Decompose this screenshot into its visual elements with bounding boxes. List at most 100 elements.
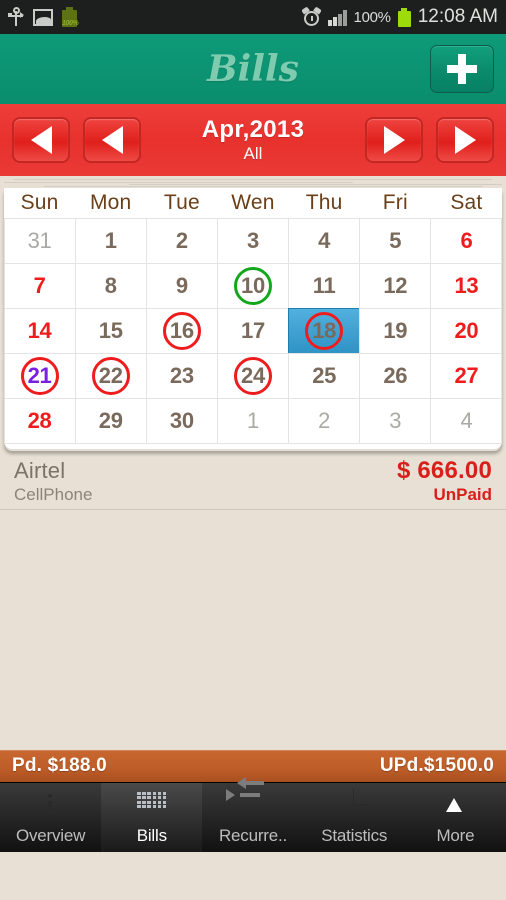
calendar-day-number: 19 (383, 317, 408, 343)
status-bar: 100% 100% 12:08 AM (0, 0, 506, 34)
prev-month-button[interactable] (83, 117, 141, 163)
calendar-week-row: 7 8 9 10 11 12 13 (3, 262, 503, 309)
current-month-label: Apr,2013 (201, 116, 305, 143)
calendar-day-30[interactable]: 30 (145, 397, 218, 444)
tab-overview[interactable]: Overview (0, 783, 101, 852)
calendar-day-22[interactable]: 22 (74, 352, 147, 399)
calendar-day-3[interactable]: 3 (359, 397, 432, 444)
unpaid-total-label: UPd.$1500.0 (379, 755, 494, 776)
bill-name: Airtel (14, 458, 66, 483)
triangle-right-icon (383, 126, 405, 154)
calendar-day-1[interactable]: 1 (216, 397, 290, 444)
calendar-day-19[interactable]: 19 (359, 307, 432, 354)
tab-bills[interactable]: Bills (101, 783, 203, 852)
calendar-day-number: 26 (383, 362, 408, 388)
calendar-day-10[interactable]: 10 (216, 262, 290, 309)
calendar-day-4[interactable]: 4 (288, 217, 361, 264)
calendar-week-row: 14 15 16 17 18 19 20 (3, 307, 503, 354)
battery-olive-icon: 100% (62, 7, 79, 27)
calendar-day-14[interactable]: 14 (3, 307, 76, 354)
calendar-day-9[interactable]: 9 (145, 262, 218, 309)
calendar-day-number: 2 (175, 227, 188, 253)
battery-olive-label: 100% (62, 20, 79, 27)
tab-more-label: More (436, 826, 475, 845)
calendar-day-3[interactable]: 3 (216, 217, 290, 264)
page-title: Bills (207, 48, 299, 90)
tab-recurring-label: Recurre.. (218, 826, 288, 845)
calendar-week-row: 21 22 23 24 25 26 27 (3, 352, 503, 399)
tab-statistics[interactable]: Statistics (304, 783, 405, 852)
bill-primary-line: Airtel $ 666.00 (14, 457, 492, 485)
status-badge: UnPaid (433, 485, 492, 504)
dow-mon: Mon (89, 191, 132, 214)
next-month-button[interactable] (365, 117, 423, 163)
calendar-day-number: 24 (241, 362, 265, 388)
calendar-day-number: 20 (454, 317, 479, 343)
calendar-day-number: 8 (104, 272, 117, 298)
battery-green-icon (397, 7, 411, 27)
triangle-right-icon (454, 126, 476, 154)
summary-bar: Pd. $188.0 UPd.$1500.0 (0, 750, 506, 782)
calendar-day-24[interactable]: 24 (216, 352, 290, 399)
calendar-day-27[interactable]: 27 (430, 352, 503, 399)
calendar-day-21[interactable]: 21 (3, 352, 76, 399)
filter-label: All (243, 144, 263, 163)
calendar-day-17[interactable]: 17 (216, 307, 290, 354)
calendar-day-16[interactable]: 16 (145, 307, 218, 354)
dow-sun: Sun (20, 191, 59, 214)
calendar-day-4[interactable]: 4 (430, 397, 503, 444)
calendar-day-number: 3 (247, 227, 259, 253)
calendar-day-number: 1 (104, 227, 117, 253)
calendar-day-23[interactable]: 23 (145, 352, 218, 399)
calendar-day-18-selected[interactable]: 18 (288, 307, 361, 354)
status-bar-right: 100% 12:08 AM (301, 5, 498, 28)
calendar-day-29[interactable]: 29 (74, 397, 147, 444)
month-label-group[interactable]: Apr,2013 All (141, 116, 365, 164)
pie-chart-icon (337, 789, 371, 823)
calendar-icon (134, 789, 169, 823)
calendar-day-number: 22 (98, 362, 123, 388)
calendar-day-number: 29 (98, 407, 123, 433)
calendar-day-7[interactable]: 7 (3, 262, 76, 309)
calendar-day-26[interactable]: 26 (359, 352, 432, 399)
calendar-week-row: 31 1 2 3 4 5 6 (3, 217, 503, 264)
calendar-day-5[interactable]: 5 (359, 217, 432, 264)
calendar-day-number: 4 (460, 407, 473, 433)
calendar-grid: Sun Mon Tue Wen Thu Fri Sat 31 1 2 3 4 5 6 7 8 9 1… (3, 188, 503, 449)
list-item[interactable]: Airtel $ 666.00 CellPhone UnPaid (0, 449, 506, 510)
calendar-day-11[interactable]: 11 (288, 262, 361, 309)
calendar-day-number: 6 (460, 227, 473, 253)
add-bill-button[interactable] (430, 45, 494, 93)
calendar-day-6[interactable]: 6 (430, 217, 503, 264)
calendar-day-13[interactable]: 13 (430, 262, 503, 309)
calendar-day-31[interactable]: 31 (3, 217, 76, 264)
calendar-day-number: 27 (454, 362, 479, 388)
paper-edge-decoration (4, 176, 502, 188)
calendar-day-2[interactable]: 2 (145, 217, 218, 264)
status-bar-left: 100% (8, 7, 79, 27)
dow-fri: Fri (382, 191, 408, 214)
bill-secondary-line: CellPhone UnPaid (14, 485, 492, 505)
calendar-day-number: 4 (318, 227, 331, 253)
prev-year-button[interactable] (12, 117, 70, 163)
battery-percent-label: 100% (353, 8, 391, 26)
calendar-day-28[interactable]: 28 (3, 397, 76, 444)
calendar-day-number: 7 (33, 272, 46, 298)
calendar-day-20[interactable]: 20 (430, 307, 503, 354)
next-year-button[interactable] (436, 117, 494, 163)
calendar-day-1[interactable]: 1 (74, 217, 147, 264)
calendar-day-number: 25 (312, 362, 337, 388)
calendar-day-number: 31 (27, 227, 52, 253)
signal-icon (328, 8, 347, 26)
calendar-day-number: 3 (389, 407, 402, 433)
tab-recurring[interactable]: Recurre.. (202, 777, 303, 852)
triangle-left-icon (30, 126, 52, 154)
calendar-day-15[interactable]: 15 (74, 307, 147, 354)
triangle-left-icon (101, 126, 123, 154)
calendar-day-number: 23 (169, 362, 194, 388)
calendar-day-8[interactable]: 8 (74, 262, 147, 309)
calendar-day-25[interactable]: 25 (288, 352, 361, 399)
calendar-day-12[interactable]: 12 (359, 262, 432, 309)
tab-more[interactable]: More (405, 783, 506, 852)
calendar-day-2[interactable]: 2 (288, 397, 361, 444)
